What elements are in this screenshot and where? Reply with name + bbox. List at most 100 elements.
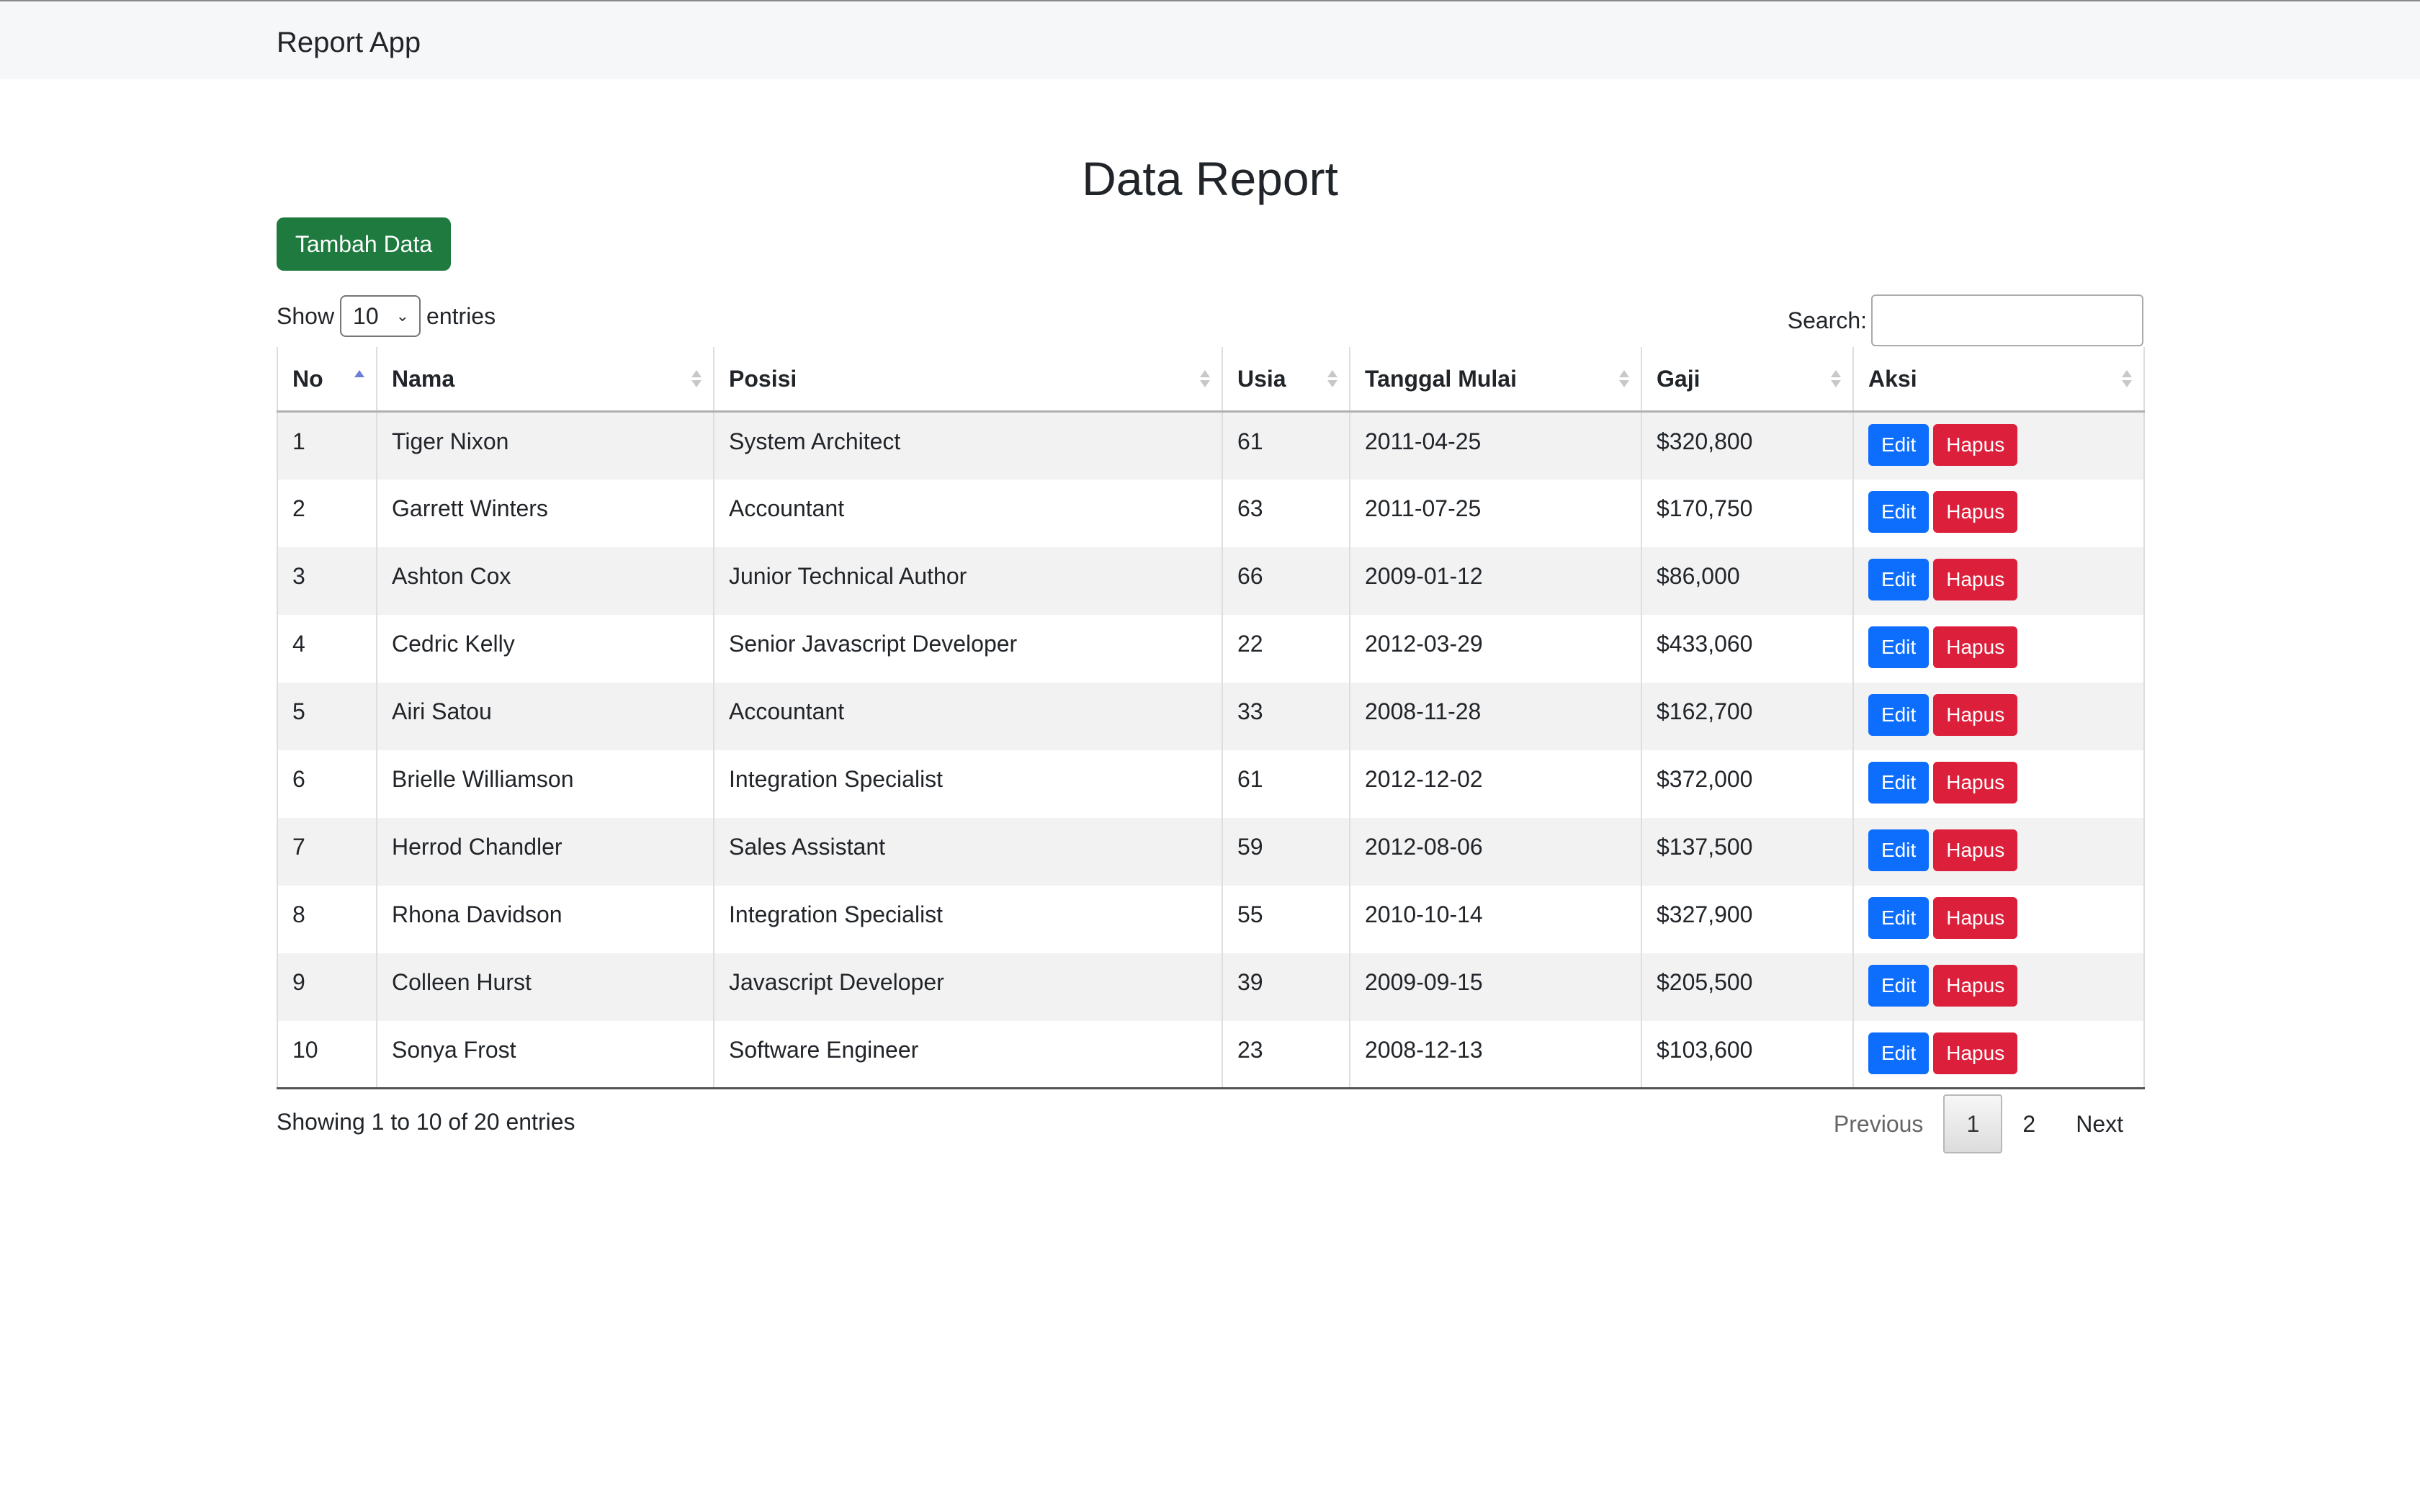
cell-tanggal-mulai: 2010-10-14 [1349, 885, 1641, 953]
cell-posisi: Integration Specialist [713, 885, 1222, 953]
cell-gaji: $327,900 [1641, 885, 1853, 953]
sort-arrows-icon [1200, 366, 1210, 392]
column-header-gaji[interactable]: Gaji [1641, 347, 1853, 413]
cell-tanggal-mulai: 2008-11-28 [1349, 682, 1641, 750]
entries-length-control: Show 10 ⌄ entries [277, 295, 496, 337]
cell-nama: Tiger Nixon [376, 411, 714, 480]
search-input[interactable] [1871, 294, 2143, 346]
cell-no: 3 [277, 546, 377, 615]
delete-button[interactable]: Hapus [1933, 424, 2018, 466]
cell-nama: Airi Satou [376, 682, 714, 750]
cell-gaji: $170,750 [1641, 479, 1853, 547]
pagination-next[interactable]: Next [2056, 1094, 2143, 1153]
cell-nama: Colleen Hurst [376, 953, 714, 1021]
edit-button[interactable]: Edit [1868, 829, 1930, 871]
sort-arrows-icon [1831, 366, 1841, 392]
cell-no: 8 [277, 885, 377, 953]
pagination-page-2[interactable]: 2 [2002, 1094, 2056, 1153]
cell-posisi: Sales Assistant [713, 817, 1222, 886]
table-row: 7 Herrod Chandler Sales Assistant 59 2012-08… [277, 817, 2145, 886]
cell-gaji: $372,000 [1641, 750, 1853, 818]
pagination-page-1[interactable]: 1 [1943, 1094, 2003, 1153]
cell-aksi: Edit Hapus [1852, 479, 2145, 547]
cell-posisi: Integration Specialist [713, 750, 1222, 818]
column-header-tanggal-mulai[interactable]: Tanggal Mulai [1349, 347, 1641, 413]
edit-button[interactable]: Edit [1868, 693, 1930, 736]
edit-button[interactable]: Edit [1868, 1032, 1930, 1074]
cell-no: 4 [277, 614, 377, 683]
edit-button[interactable]: Edit [1868, 490, 1930, 533]
column-header-aksi[interactable]: Aksi [1852, 347, 2145, 413]
cell-aksi: Edit Hapus [1852, 885, 2145, 953]
cell-posisi: System Architect [713, 411, 1222, 480]
delete-button[interactable]: Hapus [1933, 829, 2018, 871]
column-header-posisi[interactable]: Posisi [713, 347, 1222, 413]
table-info: Showing 1 to 10 of 20 entries [277, 1109, 575, 1135]
navbar: Report App [0, 0, 2420, 79]
table-row: 1 Tiger Nixon System Architect 61 2011-04-25… [277, 411, 2145, 480]
cell-gaji: $433,060 [1641, 614, 1853, 683]
cell-aksi: Edit Hapus [1852, 953, 2145, 1021]
cell-posisi: Junior Technical Author [713, 546, 1222, 615]
cell-tanggal-mulai: 2012-03-29 [1349, 614, 1641, 683]
cell-posisi: Accountant [713, 682, 1222, 750]
delete-button[interactable]: Hapus [1933, 558, 2018, 600]
cell-nama: Herrod Chandler [376, 817, 714, 886]
column-header-usia[interactable]: Usia [1222, 347, 1350, 413]
cell-no: 6 [277, 750, 377, 818]
cell-nama: Sonya Frost [376, 1020, 714, 1089]
entries-select[interactable]: 10 ⌄ [340, 295, 421, 337]
cell-posisi: Senior Javascript Developer [713, 614, 1222, 683]
column-header-no[interactable]: No [277, 347, 377, 413]
cell-tanggal-mulai: 2011-07-25 [1349, 479, 1641, 547]
cell-aksi: Edit Hapus [1852, 411, 2145, 480]
delete-button[interactable]: Hapus [1933, 896, 2018, 939]
table-row: 4 Cedric Kelly Senior Javascript Developer… [277, 614, 2145, 683]
cell-no: 10 [277, 1020, 377, 1089]
cell-nama: Rhona Davidson [376, 885, 714, 953]
edit-button[interactable]: Edit [1868, 558, 1930, 600]
cell-aksi: Edit Hapus [1852, 682, 2145, 750]
cell-gaji: $320,800 [1641, 411, 1853, 480]
data-table: No Nama Posisi Usia Tanggal Mulai Gaji A… [277, 347, 2145, 1089]
delete-button[interactable]: Hapus [1933, 693, 2018, 736]
table-row: 2 Garrett Winters Accountant 63 2011-07-25 $1… [277, 479, 2145, 547]
cell-aksi: Edit Hapus [1852, 614, 2145, 683]
cell-tanggal-mulai: 2012-12-02 [1349, 750, 1641, 818]
pagination-previous[interactable]: Previous [1814, 1094, 1944, 1153]
length-prefix-label: Show [277, 302, 335, 329]
cell-no: 1 [277, 411, 377, 480]
delete-button[interactable]: Hapus [1933, 626, 2018, 668]
edit-button[interactable]: Edit [1868, 626, 1930, 668]
cell-usia: 59 [1222, 817, 1350, 886]
cell-aksi: Edit Hapus [1852, 817, 2145, 886]
brand-link[interactable]: Report App [277, 24, 421, 60]
length-suffix-label: entries [426, 302, 496, 329]
cell-usia: 66 [1222, 546, 1350, 615]
entries-select-value: 10 [353, 302, 379, 329]
edit-button[interactable]: Edit [1868, 424, 1930, 466]
edit-button[interactable]: Edit [1868, 761, 1930, 804]
sort-arrows-icon [354, 366, 364, 392]
delete-button[interactable]: Hapus [1933, 1032, 2018, 1074]
cell-posisi: Accountant [713, 479, 1222, 547]
column-header-nama[interactable]: Nama [376, 347, 714, 413]
cell-tanggal-mulai: 2009-01-12 [1349, 546, 1641, 615]
cell-no: 9 [277, 953, 377, 1021]
delete-button[interactable]: Hapus [1933, 964, 2018, 1007]
cell-usia: 61 [1222, 750, 1350, 818]
delete-button[interactable]: Hapus [1933, 490, 2018, 533]
cell-usia: 39 [1222, 953, 1350, 1021]
edit-button[interactable]: Edit [1868, 896, 1930, 939]
cell-usia: 22 [1222, 614, 1350, 683]
sort-arrows-icon [2122, 366, 2132, 392]
cell-tanggal-mulai: 2012-08-06 [1349, 817, 1641, 886]
add-data-button[interactable]: Tambah Data [277, 217, 451, 271]
table-row: 10 Sonya Frost Software Engineer 23 2008-12-… [277, 1020, 2145, 1089]
table-row: 9 Colleen Hurst Javascript Developer 39 2009… [277, 953, 2145, 1021]
edit-button[interactable]: Edit [1868, 964, 1930, 1007]
chevron-down-icon: ⌄ [395, 307, 410, 325]
delete-button[interactable]: Hapus [1933, 761, 2018, 804]
cell-aksi: Edit Hapus [1852, 546, 2145, 615]
cell-usia: 63 [1222, 479, 1350, 547]
